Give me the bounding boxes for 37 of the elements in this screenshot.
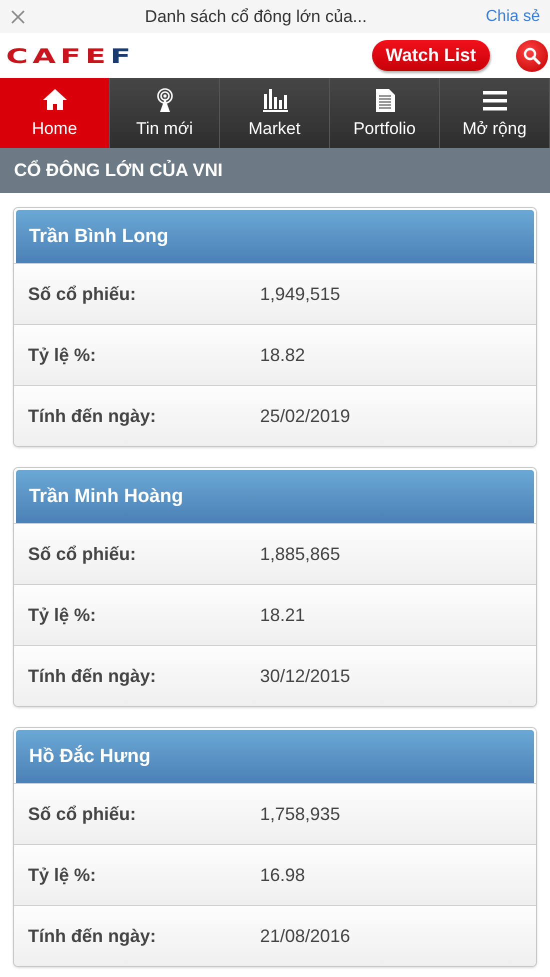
field-label: Tính đến ngày:: [27, 926, 157, 946]
nav-tab[interactable]: Mở rộng: [440, 78, 550, 148]
field-label: Tỷ lệ %:: [27, 604, 98, 626]
field-value: 1,949,515: [260, 284, 340, 304]
field-label: Số cổ phiếu:: [27, 284, 137, 304]
bar-chart-icon: [262, 88, 288, 112]
field-value: 16.98: [260, 864, 306, 886]
close-icon: [11, 10, 25, 24]
shareholder-name: Trần Minh Hoàng: [29, 486, 184, 508]
field-label: Tính đến ngày:: [27, 666, 157, 686]
close-button[interactable]: [10, 8, 26, 24]
field-label: Tỷ lệ %:: [27, 344, 98, 366]
field-value: 1,885,865: [260, 544, 340, 564]
shareholder-name: Hồ Đắc Hưng: [29, 746, 150, 768]
search-button[interactable]: [516, 40, 548, 72]
field-label: Số cổ phiếu:: [27, 804, 137, 824]
field-value: 18.82: [260, 344, 306, 366]
field-value: 18.21: [260, 604, 306, 626]
field-value: 1,758,935: [260, 804, 340, 824]
nav-tab[interactable]: Home: [0, 78, 110, 148]
shareholder-name: Trần Bình Long: [29, 226, 168, 248]
field-label: Tỷ lệ %:: [27, 864, 98, 886]
nav-tab[interactable]: Tin mới: [110, 78, 220, 148]
watch-list-button[interactable]: Watch List: [372, 40, 490, 71]
field-value: 25/02/2019: [260, 406, 350, 426]
nav-tab[interactable]: Portfolio: [330, 78, 440, 148]
search-icon: [523, 46, 541, 64]
page-title: Danh sách cổ đông lớn của...: [144, 6, 368, 26]
field-label: Tính đến ngày:: [27, 406, 157, 426]
logo[interactable]: CAFE F: [6, 44, 136, 68]
share-link[interactable]: Chia sẻ: [486, 8, 540, 26]
field-value: 21/08/2016: [260, 926, 350, 946]
nav-tab[interactable]: Market: [220, 78, 330, 148]
section-title: CỔ ĐÔNG LỚN CỦA VNI: [14, 160, 223, 181]
field-label: Số cổ phiếu:: [27, 544, 137, 564]
field-value: 30/12/2015: [260, 666, 350, 686]
home-icon: [42, 88, 68, 112]
